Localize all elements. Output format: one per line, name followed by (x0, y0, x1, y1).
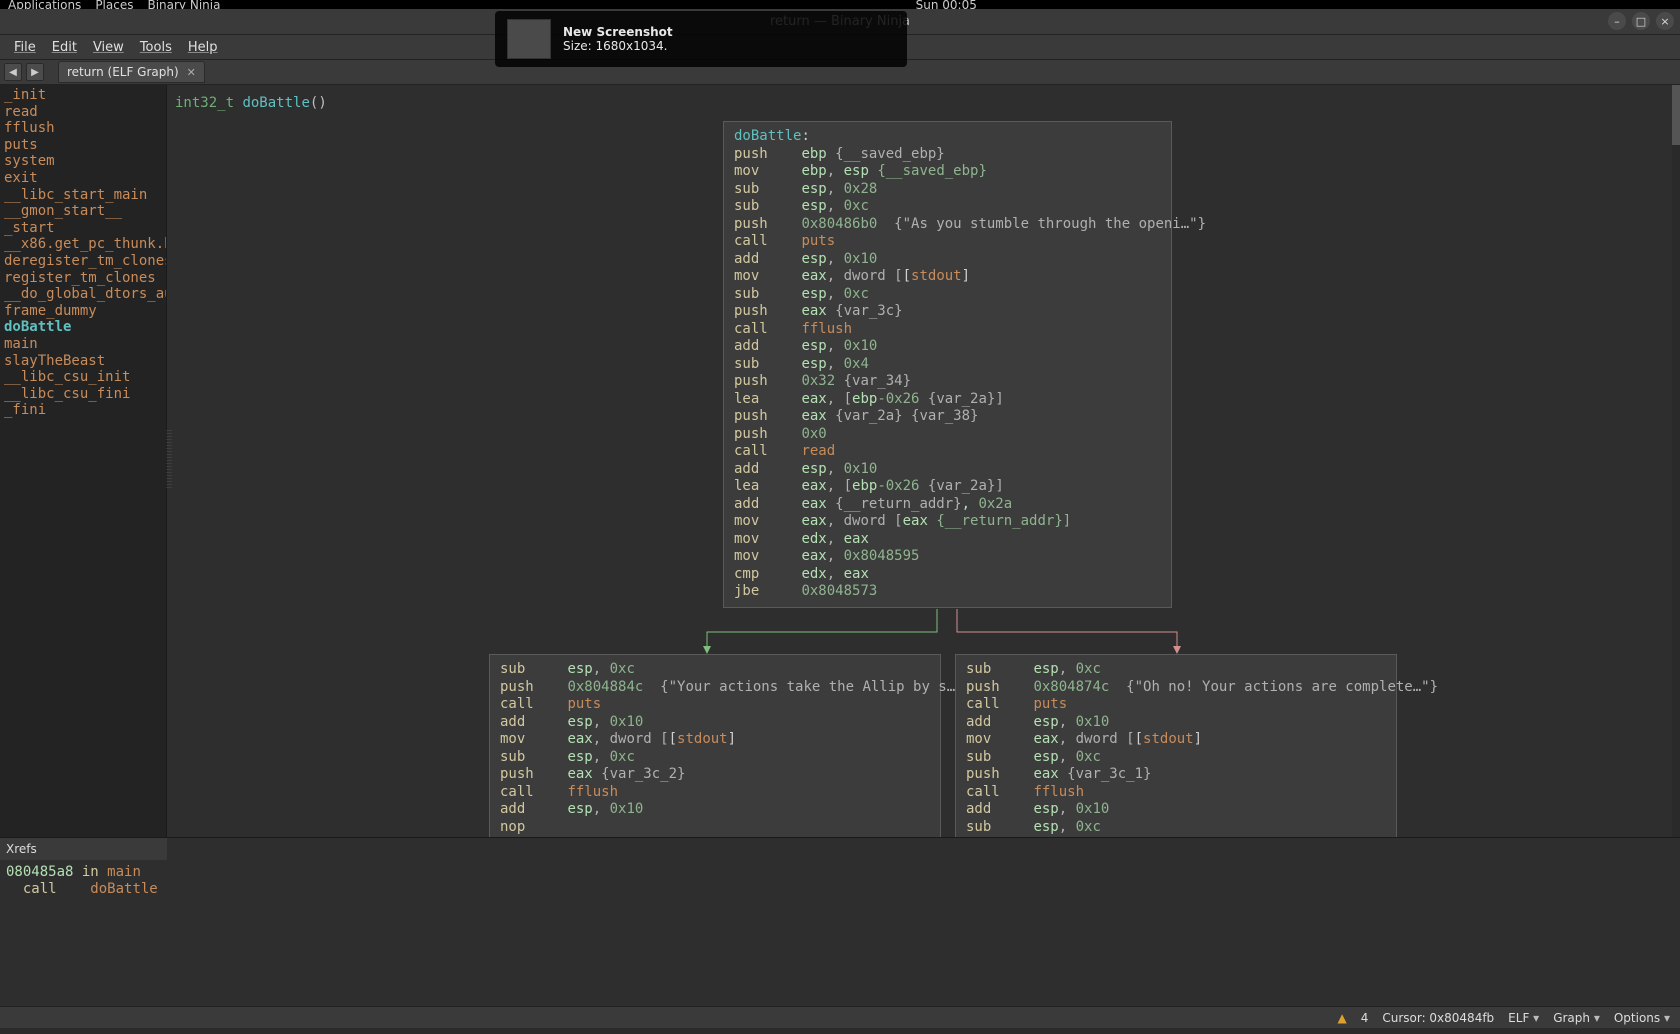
window-close-button[interactable]: × (1656, 12, 1674, 30)
function-list-item[interactable]: doBattle (0, 319, 166, 336)
nav-forward-button[interactable]: ▶ (26, 63, 44, 81)
warning-count[interactable]: 4 (1361, 1011, 1369, 1025)
function-list-item[interactable]: __gmon_start__ (0, 203, 166, 220)
statusbar: ▲ 4 Cursor: 0x80484fb ELF Graph Options (0, 1006, 1680, 1028)
function-list-item[interactable]: exit (0, 170, 166, 187)
edge-false (957, 609, 1181, 654)
function-list-panel: _initreadfflushputssystemexit__libc_star… (0, 85, 167, 837)
basic-block-false[interactable]: sub esp, 0xc push 0x804874c {"Oh no! You… (955, 654, 1397, 837)
screenshot-notification[interactable]: New Screenshot Size: 1680x1034. (495, 11, 907, 67)
function-list-item[interactable]: __x86.get_pc_thunk.bx (0, 236, 166, 253)
xrefs-row[interactable]: call doBattle (6, 881, 161, 898)
function-list-item[interactable]: slayTheBeast (0, 353, 166, 370)
function-list-item[interactable]: register_tm_clones (0, 270, 166, 287)
tab-return-elf-graph[interactable]: return (ELF Graph) ✕ (58, 61, 205, 83)
nav-back-button[interactable]: ◀ (4, 63, 22, 81)
notification-title: New Screenshot (563, 25, 673, 39)
function-list-item[interactable]: _fini (0, 402, 166, 419)
xrefs-row[interactable]: 080485a8 in main (6, 864, 161, 881)
menu-edit[interactable]: Edit (46, 38, 83, 57)
function-list-item[interactable]: _start (0, 220, 166, 237)
view-type-elf[interactable]: ELF (1508, 1011, 1539, 1025)
menu-view[interactable]: View (87, 38, 130, 57)
edge-true (703, 609, 937, 654)
graph-scrollbar-thumb[interactable] (1672, 85, 1680, 145)
workspace: _initreadfflushputssystemexit__libc_star… (0, 85, 1680, 837)
warning-icon[interactable]: ▲ (1337, 1011, 1346, 1025)
function-list-item[interactable]: __libc_csu_fini (0, 386, 166, 403)
function-list-item[interactable]: _init (0, 87, 166, 104)
function-signature: int32_t doBattle() (175, 95, 327, 111)
xrefs-panel: Xrefs 080485a8 in main call doBattle (0, 838, 167, 1006)
tab-label: return (ELF Graph) (67, 65, 179, 79)
function-list-item[interactable]: fflush (0, 120, 166, 137)
basic-block-entry[interactable]: doBattle: push ebp {__saved_ebp} mov ebp… (723, 121, 1172, 608)
menu-tools[interactable]: Tools (134, 38, 178, 57)
xrefs-header: Xrefs (0, 838, 167, 860)
sidebar-splitter[interactable] (166, 430, 172, 490)
options-menu[interactable]: Options (1614, 1011, 1670, 1025)
function-list-item[interactable]: system (0, 153, 166, 170)
function-list-item[interactable]: read (0, 104, 166, 121)
function-list-item[interactable]: frame_dummy (0, 303, 166, 320)
function-list-item[interactable]: puts (0, 137, 166, 154)
function-list-item[interactable]: __do_global_dtors_aux (0, 286, 166, 303)
bottom-empty (167, 838, 1680, 1006)
screenshot-thumbnail-icon (507, 19, 551, 59)
cursor-position: Cursor: 0x80484fb (1382, 1011, 1494, 1025)
tab-close-button[interactable]: ✕ (187, 66, 196, 79)
function-list-item[interactable]: __libc_csu_init (0, 369, 166, 386)
function-list-item[interactable]: __libc_start_main (0, 187, 166, 204)
bottom-panes: Xrefs 080485a8 in main call doBattle (0, 837, 1680, 1006)
window-maximize-button[interactable]: □ (1632, 12, 1650, 30)
graph-scrollbar[interactable] (1672, 85, 1680, 837)
view-mode-graph[interactable]: Graph (1553, 1011, 1600, 1025)
menu-file[interactable]: File (8, 38, 42, 57)
menu-help[interactable]: Help (182, 38, 224, 57)
window-minimize-button[interactable]: – (1608, 12, 1626, 30)
function-list-item[interactable]: deregister_tm_clones (0, 253, 166, 270)
function-list-item[interactable]: main (0, 336, 166, 353)
basic-block-true[interactable]: sub esp, 0xc push 0x804884c {"Your actio… (489, 654, 941, 837)
system-bar: Applications Places Binary Ninja Sun 00:… (0, 0, 1680, 9)
notification-body: Size: 1680x1034. (563, 39, 673, 53)
graph-view[interactable]: int32_t doBattle() doBattle: push ebp {_… (167, 85, 1680, 837)
